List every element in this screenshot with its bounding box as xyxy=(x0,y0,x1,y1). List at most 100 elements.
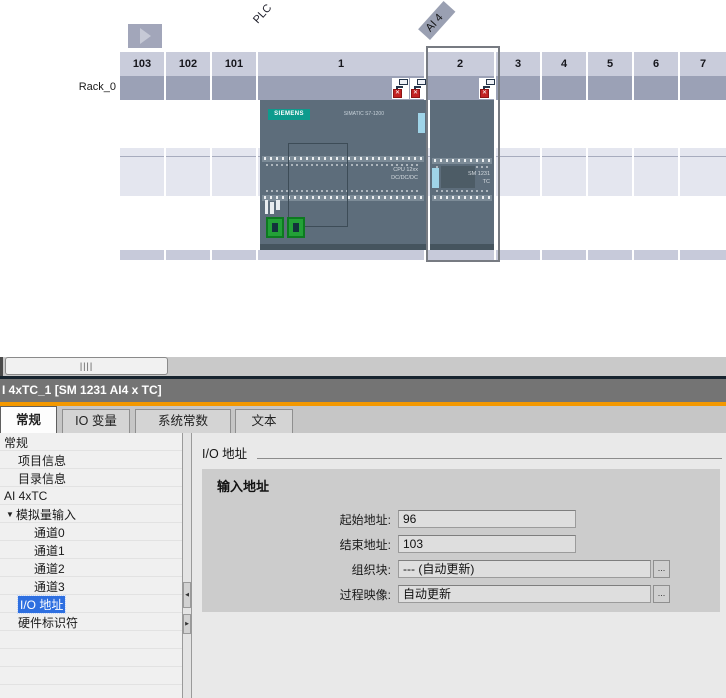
slot-102-cell[interactable] xyxy=(166,100,212,148)
slot-4-header[interactable]: 4 xyxy=(542,52,588,76)
slot-7-cell[interactable] xyxy=(680,196,726,250)
collapse-left-icon[interactable]: ◀ xyxy=(183,582,191,608)
slot-103-cell[interactable] xyxy=(120,100,166,148)
slot-4-cell[interactable] xyxy=(542,196,588,250)
field-value[interactable]: 自动更新 xyxy=(398,585,651,603)
cpu-module[interactable]: SIEMENS SIMATIC S7-1200 CPU 12xx DC/DC/D… xyxy=(260,100,426,250)
slot-4-cell[interactable] xyxy=(542,100,588,148)
slot-101-cell[interactable] xyxy=(212,76,258,100)
slot-6-header[interactable]: 6 xyxy=(634,52,680,76)
splitter-grip[interactable]: |||| xyxy=(5,357,168,375)
port-not-connected-icon[interactable]: ✕ xyxy=(410,78,427,99)
slot-4-cell[interactable] xyxy=(542,148,588,196)
slot-103-cell[interactable] xyxy=(120,250,166,260)
slot-7-cell[interactable] xyxy=(680,100,726,148)
field-value[interactable]: 103 xyxy=(398,535,576,553)
slot-5-cell[interactable] xyxy=(588,76,634,100)
tree-item[interactable]: AI 4xTC xyxy=(0,487,182,505)
terminal-strip xyxy=(432,195,492,201)
slot-6-cell[interactable] xyxy=(634,100,680,148)
collapse-right-icon[interactable]: ▶ xyxy=(183,614,191,634)
slot-101-header[interactable]: 101 xyxy=(212,52,258,76)
slot-4-cell[interactable] xyxy=(542,250,588,260)
slot-101-cell[interactable] xyxy=(212,250,258,260)
browse-button[interactable]: ... xyxy=(653,585,670,603)
field-label: 组织块: xyxy=(202,561,398,578)
slot-103-cell[interactable] xyxy=(120,76,166,100)
slot-102-cell[interactable] xyxy=(166,196,212,250)
slot-6-cell[interactable] xyxy=(634,196,680,250)
form-field-row: 起始地址: 96 xyxy=(202,510,720,528)
slot-1-cell[interactable] xyxy=(258,250,426,260)
slot-7-cell[interactable] xyxy=(680,76,726,100)
tree-item[interactable]: 通道3 xyxy=(0,577,182,595)
slot-101-cell[interactable] xyxy=(212,196,258,250)
slot-103-cell[interactable] xyxy=(120,196,166,250)
port-not-connected-icon[interactable]: ✕ xyxy=(479,78,496,99)
slot-102-cell[interactable] xyxy=(166,76,212,100)
slot-1-header[interactable]: 1 xyxy=(258,52,426,76)
tree-item[interactable]: 项目信息 xyxy=(0,451,182,469)
tree-item[interactable]: 硬件标识符 xyxy=(0,613,182,631)
error-x-icon: ✕ xyxy=(480,89,489,98)
rack-nav-forward-button[interactable] xyxy=(128,24,162,48)
slot-2-header[interactable]: 2 xyxy=(426,52,496,76)
slot-3-cell[interactable] xyxy=(496,196,542,250)
tab-io-tags[interactable]: IO 变量 xyxy=(62,409,130,433)
slot-2-cell[interactable] xyxy=(426,250,496,260)
tree-item[interactable]: 通道2 xyxy=(0,559,182,577)
slot-102-cell[interactable] xyxy=(166,148,212,196)
tree-item[interactable]: I/O 地址 xyxy=(0,595,182,613)
slot-3-cell[interactable] xyxy=(496,250,542,260)
tree-item[interactable]: 常规 xyxy=(0,433,182,451)
input-address-box: 输入地址 起始地址: 96 结束地址: 103 组织块: --- (自动更新) … xyxy=(202,469,720,612)
plug-icon xyxy=(486,79,495,85)
slot-102-cell[interactable] xyxy=(166,250,212,260)
slot-103-cell[interactable] xyxy=(120,148,166,196)
field-value[interactable]: --- (自动更新) xyxy=(398,560,651,578)
tree-item[interactable]: 目录信息 xyxy=(0,469,182,487)
slot-3-cell[interactable] xyxy=(496,76,542,100)
slot-5-header[interactable]: 5 xyxy=(588,52,634,76)
expander-icon[interactable]: ▼ xyxy=(4,510,16,519)
slot-5-cell[interactable] xyxy=(588,250,634,260)
field-value[interactable]: 96 xyxy=(398,510,576,528)
slot-6-cell[interactable] xyxy=(634,76,680,100)
tree-item[interactable]: ▼ 模拟量输入 xyxy=(0,505,182,523)
slot-6-cell[interactable] xyxy=(634,250,680,260)
tree-item-label: 常规 xyxy=(4,434,28,451)
slot-4-cell[interactable] xyxy=(542,76,588,100)
slot-7-cell[interactable] xyxy=(680,250,726,260)
slot-7-cell[interactable] xyxy=(680,148,726,196)
slot-3-cell[interactable] xyxy=(496,148,542,196)
tree-item[interactable]: 通道0 xyxy=(0,523,182,541)
module-label-plc[interactable]: PLC xyxy=(251,2,274,26)
port-not-connected-icon[interactable]: ✕ xyxy=(392,78,409,99)
slot-5-cell[interactable] xyxy=(588,148,634,196)
slot-102-header[interactable]: 102 xyxy=(166,52,212,76)
slot-6-cell[interactable] xyxy=(634,148,680,196)
tab-texts[interactable]: 文本 xyxy=(235,409,293,433)
tree-scroll-strip[interactable]: ◀ ▶ xyxy=(182,433,192,698)
browse-button[interactable]: ... xyxy=(653,560,670,578)
tia-device-config-view: PLC AI 4 Rack_0 1031021011234567 ✕ ✕ ✕ xyxy=(0,0,726,698)
module-label-ai[interactable]: AI 4 xyxy=(418,1,455,40)
slot-101-cell[interactable] xyxy=(212,148,258,196)
field-label: 过程映像: xyxy=(202,586,398,603)
slot-103-header[interactable]: 103 xyxy=(120,52,166,76)
tree-item-label: 通道2 xyxy=(34,560,65,577)
slot-5-cell[interactable] xyxy=(588,196,634,250)
slot-3-header[interactable]: 3 xyxy=(496,52,542,76)
slot-101-cell[interactable] xyxy=(212,100,258,148)
slot-7-header[interactable]: 7 xyxy=(680,52,726,76)
tab-general[interactable]: 常规 xyxy=(0,406,57,433)
slot-header-row: 1031021011234567 xyxy=(120,52,726,76)
tree-item[interactable]: 通道1 xyxy=(0,541,182,559)
ai-module[interactable]: SM 1231 TC xyxy=(430,100,494,250)
slot-3-cell[interactable] xyxy=(496,100,542,148)
slot-5-cell[interactable] xyxy=(588,100,634,148)
memory-card-slot xyxy=(418,113,425,133)
error-x-icon: ✕ xyxy=(393,89,402,98)
status-leds xyxy=(265,200,281,218)
tab-system-constants[interactable]: 系统常数 xyxy=(135,409,231,433)
